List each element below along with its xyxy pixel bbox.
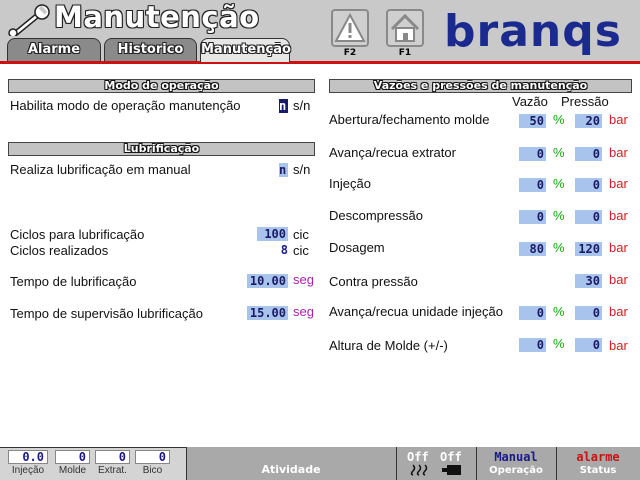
vazao-unit: % (553, 176, 565, 191)
molde-label: Molde (58, 465, 87, 476)
tab-alarme[interactable]: Alarme (7, 38, 101, 61)
pressao-unit: bar (609, 208, 628, 223)
column-header-pressao: Pressão (561, 94, 609, 109)
operacao-value: Manual (494, 450, 538, 464)
brand-logo: branqs (444, 6, 622, 57)
realiza-input[interactable]: n (279, 163, 288, 177)
tempo-lub-unit: seg (293, 272, 314, 287)
row-label: Contra pressão (329, 274, 418, 289)
tempo-sup-input[interactable]: 15.00 (247, 306, 288, 320)
section-lubrificacao: Lubrificação (8, 142, 315, 156)
pressao-input[interactable]: 0 (575, 210, 602, 224)
heater-status: Off (407, 450, 429, 464)
vazao-unit: % (553, 240, 565, 255)
injecao-label: Injeção (11, 465, 45, 476)
section-modo-operacao: Modo de operação (8, 79, 315, 93)
heater-icon (410, 464, 428, 476)
ciclos-real-value: 8 (280, 243, 288, 257)
pressao-input[interactable]: 0 (575, 178, 602, 192)
habilita-label: Habilita modo de operação manutenção (10, 98, 241, 113)
vazao-unit: % (553, 208, 565, 223)
extrat-value: 0 (95, 450, 130, 464)
row-label: Avança/recua extrator (329, 145, 456, 160)
pressao-unit: bar (609, 112, 628, 127)
row-label: Injeção (329, 176, 371, 191)
status-value: alarme (576, 450, 620, 464)
pressao-input[interactable]: 120 (575, 242, 602, 256)
pressao-unit: bar (609, 272, 628, 287)
row-label: Descompressão (329, 208, 423, 223)
vazao-input[interactable]: 0 (519, 147, 546, 161)
pressao-input[interactable]: 30 (575, 274, 602, 288)
tab-historico[interactable]: Historico (104, 38, 197, 61)
tab-manutencao[interactable]: Manutenção (200, 38, 291, 62)
vazao-input[interactable]: 80 (519, 242, 546, 256)
pressao-input[interactable]: 0 (575, 306, 602, 320)
ciclos-real-unit: cic (293, 243, 309, 258)
row-label: Avança/recua unidade injeção (329, 304, 503, 319)
ciclos-real-label: Ciclos realizados (10, 243, 109, 258)
habilita-input[interactable]: n (279, 99, 288, 113)
section-vazoes-pressoes: Vazões e pressões de manutenção (329, 79, 632, 93)
vazao-input[interactable]: 0 (519, 178, 546, 192)
tempo-lub-input[interactable]: 10.00 (247, 274, 288, 288)
vazao-unit: % (553, 336, 565, 351)
extrat-label: Extrat. (98, 465, 127, 476)
row-label: Altura de Molde (+/-) (329, 338, 448, 353)
realiza-unit: s/n (293, 162, 311, 177)
tempo-sup-unit: seg (293, 304, 314, 319)
f2-label: F2 (343, 48, 357, 58)
header-divider (0, 61, 640, 64)
ciclos-lub-label: Ciclos para lubrificação (10, 227, 145, 242)
pressao-input[interactable]: 0 (575, 338, 602, 352)
motor-status: Off (440, 450, 462, 464)
pressao-unit: bar (609, 176, 628, 191)
ciclos-lub-unit: cic (293, 227, 309, 242)
f1-label: F1 (398, 48, 412, 58)
vazao-input[interactable]: 0 (519, 306, 546, 320)
injecao-value: 0.0 (8, 450, 48, 464)
status-label: Status (579, 465, 617, 476)
page-title: Manutenção (54, 0, 260, 34)
bico-label: Bico (142, 465, 163, 476)
bico-value: 0 (135, 450, 170, 464)
f2-alarm-button[interactable] (331, 9, 369, 47)
home-icon (390, 13, 420, 42)
vazao-unit: % (553, 304, 565, 319)
molde-value: 0 (55, 450, 90, 464)
habilita-unit: s/n (293, 98, 311, 113)
f1-home-button[interactable] (386, 9, 424, 47)
vazao-input[interactable]: 50 (519, 114, 546, 128)
operacao-label: Operação (489, 465, 543, 476)
pressao-unit: bar (609, 240, 628, 255)
motor-icon (442, 465, 461, 475)
warning-icon (334, 12, 366, 42)
vazao-input[interactable]: 0 (519, 338, 546, 352)
pressao-unit: bar (609, 338, 628, 353)
ciclos-lub-input[interactable]: 100 (257, 227, 288, 241)
atividade-label: Atividade (261, 463, 321, 476)
tempo-lub-label: Tempo de lubrificação (10, 274, 137, 289)
pressao-unit: bar (609, 304, 628, 319)
pressao-unit: bar (609, 145, 628, 160)
column-header-vazao: Vazão (512, 94, 548, 109)
vazao-unit: % (553, 112, 565, 127)
vazao-input[interactable]: 0 (519, 210, 546, 224)
wrench-icon (8, 4, 50, 36)
realiza-label: Realiza lubrificação em manual (10, 162, 191, 177)
pressao-input[interactable]: 20 (575, 114, 602, 128)
pressao-input[interactable]: 0 (575, 147, 602, 161)
row-label: Abertura/fechamento molde (329, 112, 490, 127)
tempo-sup-label: Tempo de supervisão lubrificação (10, 306, 203, 321)
row-label: Dosagem (329, 240, 385, 255)
vazao-unit: % (553, 145, 565, 160)
